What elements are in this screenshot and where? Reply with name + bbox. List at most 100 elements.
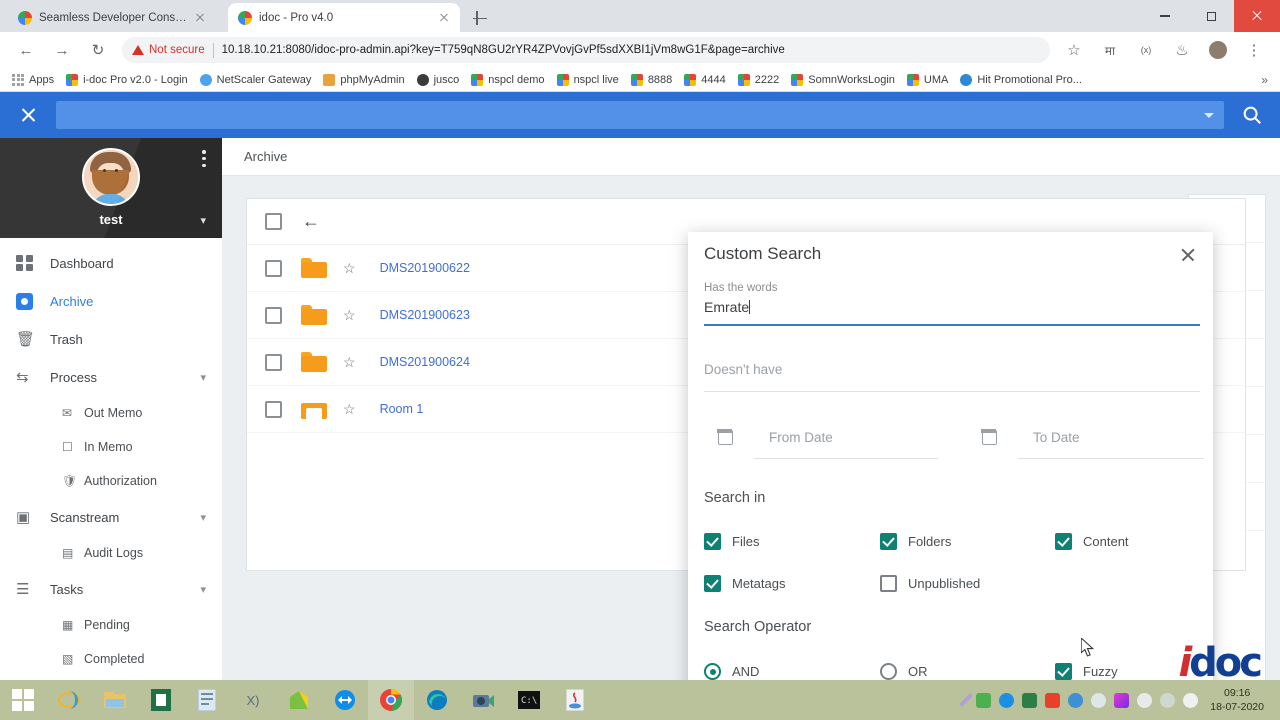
translate-icon[interactable]: मा (1096, 36, 1124, 64)
sidebar-item-dashboard[interactable]: Dashboard (0, 244, 222, 282)
sidebar-subitem-completed[interactable]: ▧ Completed (0, 642, 222, 676)
checkbox-fuzzy[interactable]: Fuzzy (1055, 663, 1118, 680)
search-icon[interactable] (1224, 92, 1280, 138)
bookmark-item[interactable]: 8888 (625, 74, 678, 86)
bookmark-item[interactable]: i-doc Pro v2.0 - Login (60, 74, 194, 86)
star-icon[interactable]: ☆ (1060, 36, 1088, 64)
taskbar-clock[interactable]: 09:16 18-07-2020 (1202, 686, 1272, 714)
row-checkbox[interactable] (265, 260, 282, 277)
row-checkbox[interactable] (265, 401, 282, 418)
radio-icon[interactable] (880, 663, 897, 680)
forward-icon[interactable]: → (48, 36, 76, 64)
clock-tray-icon[interactable] (1160, 693, 1175, 708)
chrome-icon[interactable] (368, 680, 414, 720)
checkbox-content[interactable]: Content (1055, 533, 1129, 550)
checkbox-icon[interactable] (880, 575, 897, 592)
bookmark-item[interactable]: UMA (901, 74, 954, 86)
chevron-down-icon[interactable]: ▾ (200, 583, 206, 596)
gallery-icon[interactable] (1114, 693, 1129, 708)
sidebar-item-archive[interactable]: Archive (0, 282, 222, 320)
pen-icon[interactable] (959, 693, 973, 707)
teamviewer-tray-icon[interactable] (999, 693, 1014, 708)
new-tab-button[interactable] (470, 8, 490, 28)
bookmarks-overflow-icon[interactable]: » (1255, 73, 1274, 87)
file-name-link[interactable]: DMS201900624 (380, 355, 470, 369)
kebab-menu-icon[interactable] (202, 150, 206, 170)
network-icon[interactable] (1022, 693, 1037, 708)
radio-or[interactable]: OR (880, 663, 928, 680)
checkbox-files[interactable]: Files (704, 533, 759, 550)
checkbox-icon[interactable] (1055, 663, 1072, 680)
sidebar-item-trash[interactable]: 🗑 Trash (0, 320, 222, 358)
internet-explorer-icon[interactable] (46, 680, 92, 720)
tab-close-icon[interactable] (192, 10, 208, 26)
select-all-checkbox[interactable] (265, 213, 282, 230)
paint-icon[interactable] (276, 680, 322, 720)
checkbox-icon[interactable] (1055, 533, 1072, 550)
chevron-down-icon[interactable]: ▾ (200, 214, 206, 227)
users-icon[interactable] (1137, 693, 1152, 708)
star-icon[interactable]: ☆ (343, 260, 356, 277)
checkbox-icon[interactable] (880, 533, 897, 550)
bookmark-item[interactable]: 4444 (678, 74, 731, 86)
teamviewer-icon[interactable] (322, 680, 368, 720)
volume-icon[interactable] (1183, 693, 1198, 708)
chart-icon[interactable] (1068, 693, 1083, 708)
calendar-icon[interactable] (982, 430, 997, 445)
java-icon[interactable] (552, 680, 598, 720)
row-checkbox[interactable] (265, 307, 282, 324)
checkbox-folders[interactable]: Folders (880, 533, 951, 550)
start-windows-icon[interactable] (0, 680, 46, 720)
browser-tab-2[interactable]: idoc - Pro v4.0 (228, 3, 460, 32)
bookmark-item[interactable]: Hit Promotional Pro... (954, 74, 1088, 86)
bookmark-item[interactable]: jusco (411, 74, 466, 86)
sidebar-subitem-out-memo[interactable]: ✉ Out Memo (0, 396, 222, 430)
bookmark-item[interactable]: 2222 (732, 74, 785, 86)
edge-icon[interactable] (414, 680, 460, 720)
calendar-icon[interactable] (718, 430, 733, 445)
from-date-field[interactable]: From Date (718, 430, 938, 460)
camera-app-icon[interactable] (460, 680, 506, 720)
star-icon[interactable]: ☆ (343, 307, 356, 324)
star-icon[interactable]: ☆ (343, 354, 356, 371)
file-name-link[interactable]: DMS201900622 (380, 261, 470, 275)
star-icon[interactable]: ☆ (343, 401, 356, 418)
tab-close-icon[interactable] (436, 10, 452, 26)
chevron-down-icon[interactable]: ▾ (200, 511, 206, 524)
radio-and[interactable]: AND (704, 663, 759, 680)
bookmark-item[interactable]: nspcl demo (465, 74, 550, 86)
to-date-field[interactable]: To Date (982, 430, 1204, 460)
chrome-menu-icon[interactable]: ⋮ (1240, 36, 1268, 64)
file-name-link[interactable]: DMS201900623 (380, 308, 470, 322)
from-date-input[interactable]: From Date (769, 430, 833, 445)
chevron-down-icon[interactable] (1204, 113, 1214, 118)
file-name-link[interactable]: Room 1 (380, 402, 424, 416)
row-checkbox[interactable] (265, 354, 282, 371)
radio-icon[interactable] (704, 663, 721, 680)
xls-app-icon[interactable]: X) (230, 680, 276, 720)
shield-ok-icon[interactable] (976, 693, 991, 708)
extension-icon[interactable]: (x) (1132, 36, 1160, 64)
profile-avatar[interactable] (1204, 36, 1232, 64)
disc-icon[interactable] (1091, 693, 1106, 708)
sidebar-subitem-audit-logs[interactable]: ▤ Audit Logs (0, 536, 222, 570)
sidebar-item-scanstream[interactable]: ▣ Scanstream ▾ (0, 498, 222, 536)
sidebar-subitem-pending[interactable]: ▦ Pending (0, 608, 222, 642)
to-date-input[interactable]: To Date (1033, 430, 1080, 445)
avatar[interactable] (82, 148, 140, 206)
checkbox-icon[interactable] (704, 575, 721, 592)
window-minimize-button[interactable] (1142, 0, 1188, 32)
reload-icon[interactable]: ↻ (84, 36, 112, 64)
bookmark-item[interactable]: NetScaler Gateway (194, 74, 318, 86)
bookmark-item[interactable]: phpMyAdmin (317, 74, 410, 86)
sidebar-item-process[interactable]: ⇆ Process ▾ (0, 358, 222, 396)
global-search-input[interactable] (56, 101, 1224, 129)
checkbox-icon[interactable] (704, 533, 721, 550)
file-explorer-icon[interactable] (92, 680, 138, 720)
sidebar-item-tasks[interactable]: ☰ Tasks ▾ (0, 570, 222, 608)
close-icon[interactable] (1177, 244, 1199, 266)
address-bar[interactable]: Not secure 10.18.10.21:8080/idoc-pro-adm… (122, 37, 1050, 63)
notepad-icon[interactable] (184, 680, 230, 720)
bookmark-item[interactable]: SomnWorksLogin (785, 74, 901, 86)
back-icon[interactable]: ← (12, 36, 40, 64)
